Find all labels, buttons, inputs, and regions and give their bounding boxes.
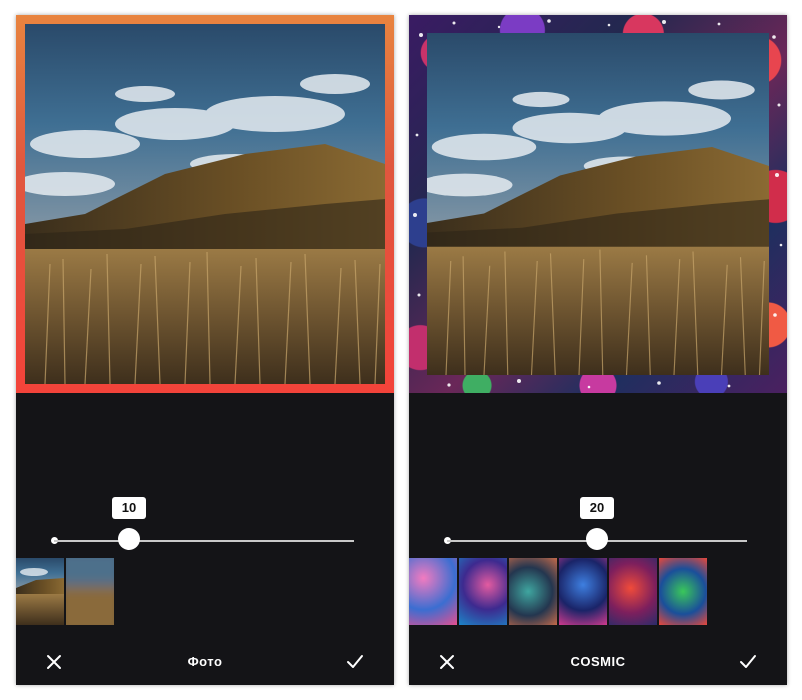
frame-cosmic-preview xyxy=(409,15,787,393)
cosmic-thumbnail-red[interactable] xyxy=(609,558,657,625)
intensity-slider[interactable]: 10 xyxy=(16,485,394,565)
slider-value-badge: 20 xyxy=(580,497,614,519)
screen-title: Фото xyxy=(187,654,223,669)
landscape-photo xyxy=(25,24,385,384)
slider-value-badge: 10 xyxy=(112,497,146,519)
checkmark-icon[interactable] xyxy=(344,651,366,673)
cosmic-thumbnail-pink[interactable] xyxy=(409,558,457,625)
editor-screen-left: 10 Фото xyxy=(16,15,394,685)
editor-screen-right: 20 COSMIC xyxy=(409,15,787,685)
frame-gradient-preview xyxy=(16,15,394,393)
cosmic-thumbnail-green[interactable] xyxy=(659,558,707,625)
slider-handle[interactable] xyxy=(586,528,608,550)
photo-thumbnail-blurred[interactable] xyxy=(66,558,114,625)
frame-thumbnails-row xyxy=(409,558,707,625)
frame-thumbnails-row xyxy=(16,558,114,625)
cosmic-thumbnail-blue-pink[interactable] xyxy=(459,558,507,625)
bottom-action-bar: Фото xyxy=(16,645,394,679)
landscape-photo xyxy=(427,33,769,375)
intensity-slider[interactable]: 20 xyxy=(409,485,787,565)
slider-handle[interactable] xyxy=(118,528,140,550)
cosmic-thumbnail-teal[interactable] xyxy=(509,558,557,625)
photo-thumbnail-sharp[interactable] xyxy=(16,558,64,625)
slider-track[interactable] xyxy=(54,540,354,542)
checkmark-icon[interactable] xyxy=(737,651,759,673)
screen-title: COSMIC xyxy=(570,654,626,669)
cosmic-thumbnail-blue[interactable] xyxy=(559,558,607,625)
bottom-action-bar: COSMIC xyxy=(409,645,787,679)
